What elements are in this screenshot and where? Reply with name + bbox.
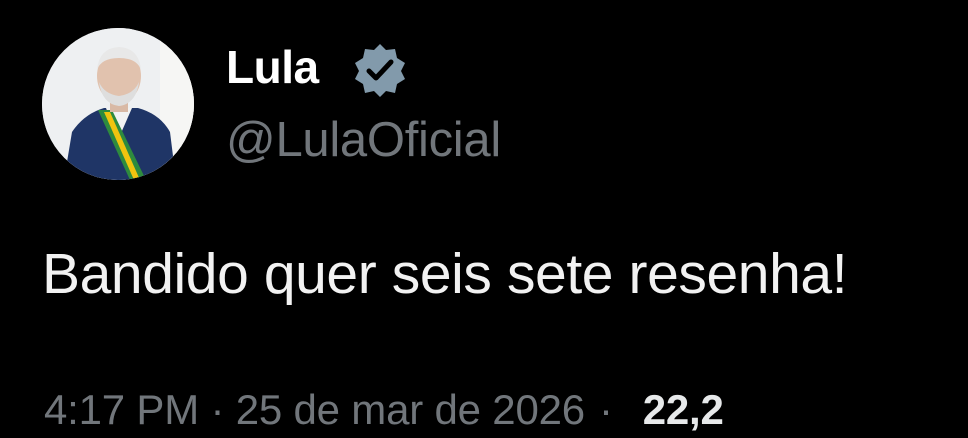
avatar[interactable] xyxy=(42,28,194,180)
author-handle[interactable]: @LulaOficial xyxy=(226,108,501,172)
verified-badge-icon[interactable] xyxy=(350,40,410,100)
view-count[interactable]: 22,2 xyxy=(643,386,724,433)
post-timestamp[interactable]: 4:17 PM · 25 de mar de 2026 xyxy=(44,386,585,433)
post-metadata: 4:17 PM · 25 de mar de 2026 · 22,2 xyxy=(44,382,724,438)
author-display-name[interactable]: Lula xyxy=(226,36,319,98)
post-text: Bandido quer seis sete resenha! xyxy=(42,242,848,306)
tweet-card: Lula @LulaOficial Bandido quer seis sete… xyxy=(0,0,968,433)
separator-dot: · xyxy=(598,386,613,433)
